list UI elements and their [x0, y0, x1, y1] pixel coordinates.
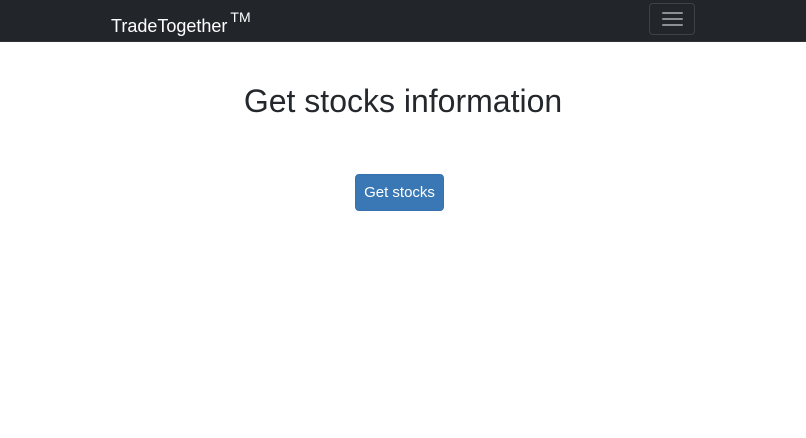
page-title: Get stocks information — [243, 83, 563, 119]
hamburger-menu-icon — [662, 12, 683, 27]
hamburger-bar — [662, 18, 683, 20]
trademark-mark: TM — [230, 9, 251, 25]
get-stocks-button[interactable]: Get stocks — [355, 174, 444, 211]
brand-name: TradeTogether — [111, 16, 228, 36]
hamburger-bar — [662, 24, 683, 26]
navbar-toggler-button[interactable] — [649, 3, 695, 35]
brand-link[interactable]: TradeTogether TM — [111, 8, 251, 38]
hamburger-bar — [662, 12, 683, 14]
top-navbar: TradeTogether TM — [0, 0, 806, 42]
